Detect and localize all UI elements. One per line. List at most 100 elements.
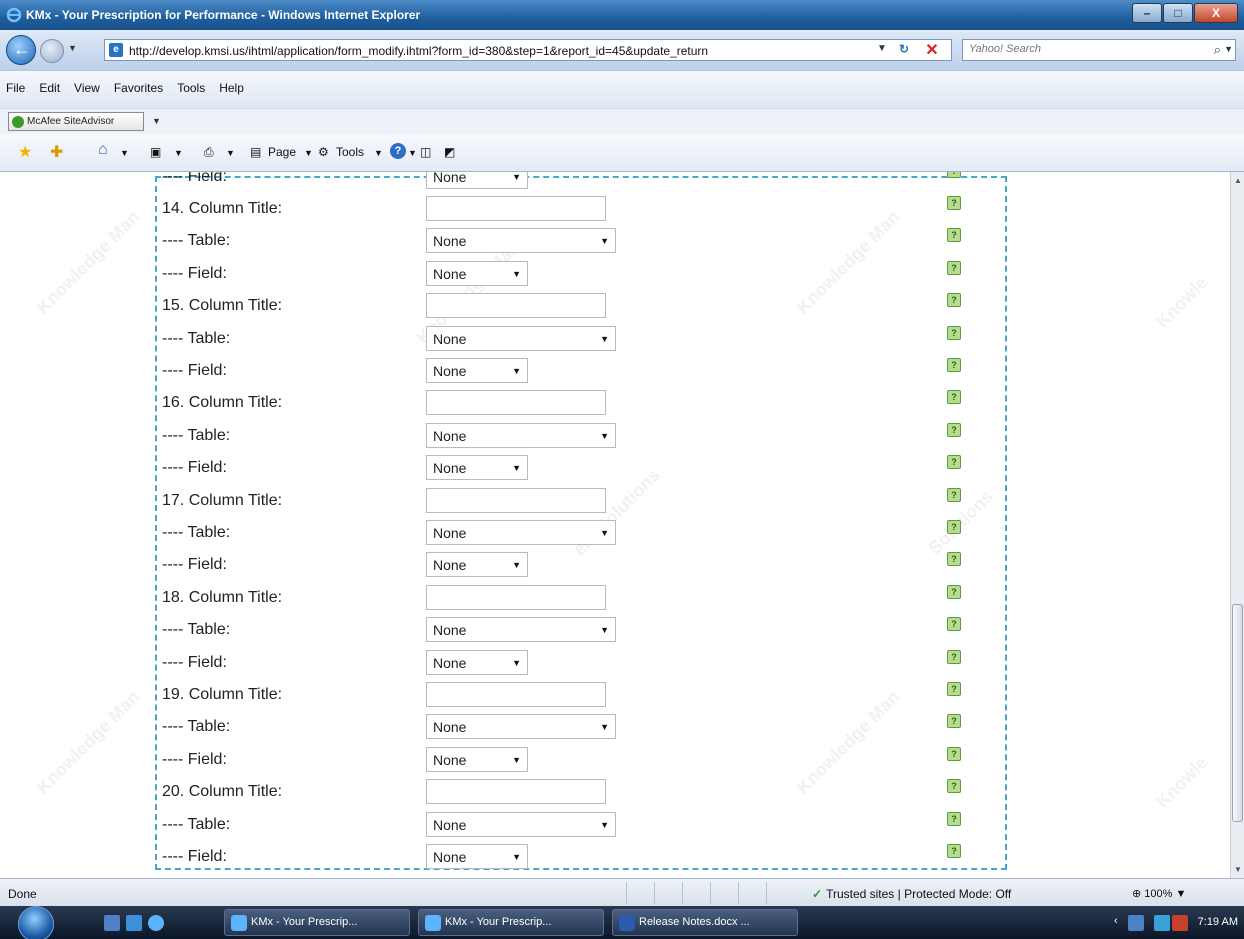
menu-view[interactable]: View (74, 81, 100, 95)
help-dropdown-icon[interactable]: ▼ (408, 148, 417, 158)
field-select[interactable]: None ▼ (426, 358, 528, 383)
column-title-input[interactable] (426, 196, 606, 221)
tray-volume-icon[interactable] (1154, 915, 1170, 931)
taskbar-button-kmx-1[interactable]: KMx - Your Prescrip... (224, 909, 410, 936)
column-title-input[interactable] (426, 682, 606, 707)
zoom-control[interactable]: ⊕ 100% ▼ (1132, 887, 1186, 900)
taskbar-button-release-notes[interactable]: Release Notes.docx ... (612, 909, 798, 936)
home-icon[interactable]: ⌂ (98, 141, 108, 159)
table-select[interactable]: None ▼ (426, 617, 616, 643)
help-icon[interactable]: ? (947, 779, 961, 794)
tray-expand-icon[interactable]: ‹ (1114, 915, 1118, 927)
quicklaunch-ie-icon[interactable] (148, 915, 164, 931)
help-icon[interactable]: ? (947, 714, 961, 729)
forward-button[interactable] (40, 39, 64, 63)
menu-favorites[interactable]: Favorites (114, 81, 163, 95)
tools-menu-label[interactable]: Tools (336, 145, 364, 159)
help-icon[interactable]: ? (947, 196, 961, 210)
research-icon[interactable]: ◫ (420, 145, 431, 159)
home-dropdown-icon[interactable]: ▼ (120, 148, 129, 158)
field-select[interactable]: None ▼ (426, 260, 528, 286)
page-menu-icon[interactable]: ▤ (250, 145, 261, 159)
maximize-button[interactable]: □ (1163, 3, 1193, 23)
taskbar-button-kmx-2[interactable]: KMx - Your Prescrip... (418, 909, 604, 936)
column-title-input[interactable] (426, 390, 606, 416)
add-favorites-icon[interactable]: ✚ (50, 142, 63, 162)
help-icon[interactable]: ? (947, 228, 961, 243)
search-icon[interactable]: ⌕ (1214, 42, 1221, 58)
search-input[interactable] (969, 43, 1189, 55)
address-bar[interactable]: e http://develop.kmsi.us/ihtml/applicati… (104, 39, 952, 61)
start-button[interactable] (8, 906, 66, 939)
search-options-dropdown-icon[interactable]: ▼ (1224, 44, 1233, 54)
stop-icon[interactable]: ✕ (921, 40, 943, 60)
scroll-down-icon[interactable]: ▼ (1234, 865, 1242, 874)
help-icon[interactable]: ? (947, 649, 961, 664)
tray-mcafee-icon[interactable] (1172, 915, 1188, 931)
help-icon[interactable]: ? (947, 682, 961, 696)
help-icon[interactable]: ? (947, 172, 961, 178)
close-button[interactable]: X (1194, 3, 1238, 23)
help-icon[interactable]: ? (947, 520, 961, 534)
table-select[interactable]: None ▼ (426, 228, 616, 254)
print-dropdown-icon[interactable]: ▼ (226, 148, 235, 158)
print-icon[interactable]: ⎙ (204, 145, 214, 160)
column-title-input[interactable] (426, 584, 606, 610)
tray-network-icon[interactable] (1128, 915, 1144, 931)
table-select[interactable]: None ▼ (426, 811, 616, 837)
help-icon[interactable]: ? (947, 617, 961, 632)
vertical-scrollbar[interactable]: ▲ ▼ (1230, 172, 1244, 878)
table-select[interactable]: None ▼ (426, 714, 616, 740)
menu-help[interactable]: Help (219, 81, 244, 95)
switch-windows-icon[interactable] (126, 915, 142, 931)
clock[interactable]: 7:19 AM (1198, 916, 1238, 928)
column-title-input[interactable] (426, 487, 606, 513)
help-icon[interactable]: ? (947, 844, 961, 858)
feeds-icon[interactable]: ▣ (150, 145, 161, 159)
help-icon[interactable]: ? (947, 455, 961, 470)
menu-tools[interactable]: Tools (177, 81, 205, 95)
help-icon[interactable]: ? (947, 746, 961, 761)
favorites-star-icon[interactable]: ★ (18, 142, 32, 162)
minimize-button[interactable]: – (1132, 3, 1162, 23)
feeds-dropdown-icon[interactable]: ▼ (174, 148, 183, 158)
scroll-up-icon[interactable]: ▲ (1234, 176, 1242, 185)
menu-edit[interactable]: Edit (39, 81, 60, 95)
field-select[interactable]: None ▼ (426, 172, 528, 189)
column-title-input[interactable] (426, 293, 606, 319)
field-select[interactable]: None ▼ (426, 552, 528, 578)
help-icon[interactable]: ? (947, 422, 961, 437)
tools-gear-icon[interactable]: ⚙ (318, 145, 329, 159)
blog-icon[interactable]: ◩ (444, 145, 455, 159)
recent-pages-dropdown-icon[interactable]: ▼ (68, 43, 77, 53)
table-select[interactable]: None ▼ (426, 422, 616, 448)
refresh-icon[interactable]: ↻ (899, 42, 915, 58)
page-menu-label[interactable]: Page (268, 145, 296, 159)
field-select[interactable]: None ▼ (426, 455, 528, 481)
url-text[interactable]: http://develop.kmsi.us/ihtml/application… (129, 44, 879, 58)
search-box[interactable]: ⌕ ▼ (962, 39, 1236, 61)
field-select[interactable]: None ▼ (426, 844, 528, 869)
scrollbar-thumb[interactable] (1232, 604, 1243, 822)
table-select[interactable]: None ▼ (426, 325, 616, 351)
back-button[interactable] (6, 35, 36, 65)
help-icon[interactable]: ? (947, 584, 961, 599)
column-title-input[interactable] (426, 779, 606, 805)
help-icon[interactable]: ? (947, 811, 961, 826)
address-dropdown-icon[interactable]: ▼ (877, 43, 887, 54)
page-dropdown-icon[interactable]: ▼ (304, 148, 313, 158)
security-zone[interactable]: ✓ Trusted sites | Protected Mode: Off (812, 887, 1011, 901)
help-icon[interactable]: ? (947, 293, 961, 308)
help-menu-icon[interactable]: ? (390, 143, 406, 159)
mcafee-dropdown-icon[interactable]: ▼ (152, 116, 161, 126)
field-select[interactable]: None ▼ (426, 649, 528, 675)
tools-dropdown-icon[interactable]: ▼ (374, 148, 383, 158)
table-select[interactable]: None ▼ (426, 520, 616, 545)
help-icon[interactable]: ? (947, 260, 961, 275)
menu-file[interactable]: File (6, 81, 25, 95)
help-icon[interactable]: ? (947, 325, 961, 340)
show-desktop-icon[interactable] (104, 915, 120, 931)
help-icon[interactable]: ? (947, 487, 961, 502)
mcafee-siteadvisor-button[interactable]: McAfee SiteAdvisor (8, 112, 144, 131)
help-icon[interactable]: ? (947, 358, 961, 372)
